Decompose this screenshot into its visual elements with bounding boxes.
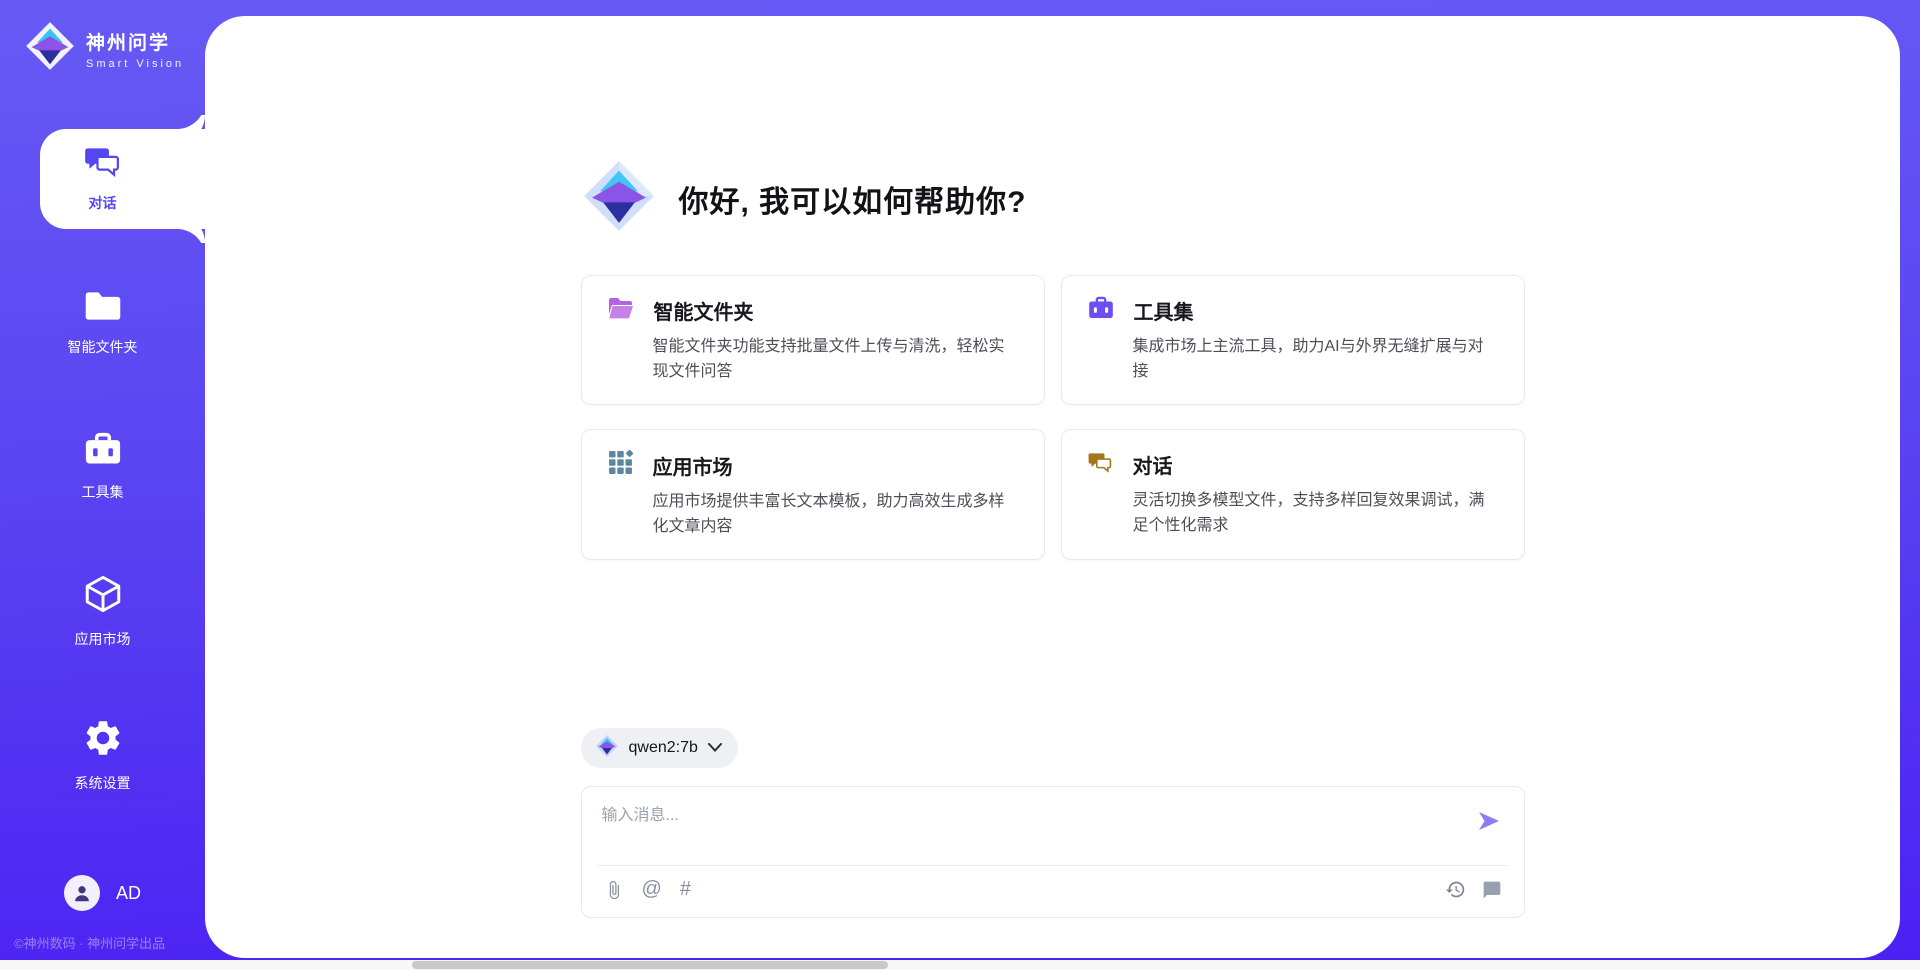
at-icon: @ [642, 878, 662, 901]
history-button[interactable] [1445, 879, 1466, 900]
comment-icon [1482, 880, 1502, 900]
sidebar-item-smart-folder[interactable]: 智能文件夹 [0, 273, 205, 373]
topic-button[interactable]: # [680, 878, 691, 901]
horizontal-scrollbar-thumb[interactable] [412, 961, 888, 969]
app-grid-icon [608, 450, 633, 480]
new-chat-button[interactable] [1482, 880, 1502, 900]
folder-open-icon [608, 297, 634, 324]
mention-button[interactable]: @ [642, 878, 662, 901]
sidebar-item-chat[interactable]: 对话 [0, 129, 205, 229]
sidebar-item-toolset[interactable]: 工具集 [0, 417, 205, 517]
card-toolset[interactable]: 工具集 集成市场上主流工具，助力AI与外界无缝扩展与对接 [1061, 275, 1525, 405]
card-title: 工具集 [1134, 296, 1194, 325]
greeting-title: 你好, 我可以如何帮助你? [679, 177, 1027, 221]
toolbox-icon [1088, 296, 1114, 325]
sidebar-item-label: 智能文件夹 [68, 337, 138, 357]
sidebar-item-label: 应用市场 [75, 629, 131, 649]
main-panel: 你好, 我可以如何帮助你? 智能文件夹 智能文件夹功能支持批量文件上传与清洗，轻… [205, 16, 1900, 958]
gear-icon [82, 717, 124, 764]
chevron-down-icon [708, 739, 722, 757]
feature-cards: 智能文件夹 智能文件夹功能支持批量文件上传与清洗，轻松实现文件问答 工具集 [581, 275, 1525, 560]
sidebar: 神州问学 Smart Vision 对话 智能文件夹 [0, 0, 205, 970]
model-logo-diamond-icon [595, 734, 619, 763]
attach-file-button[interactable] [604, 880, 624, 900]
card-title: 应用市场 [653, 451, 733, 480]
card-smart-folder[interactable]: 智能文件夹 智能文件夹功能支持批量文件上传与清洗，轻松实现文件问答 [581, 275, 1045, 405]
sidebar-item-label: 系统设置 [75, 773, 131, 793]
user-name: AD [116, 883, 141, 904]
toolbox-icon [83, 432, 123, 473]
folder-icon [83, 289, 123, 328]
sidebar-item-settings[interactable]: 系统设置 [0, 705, 205, 805]
greeting: 你好, 我可以如何帮助你? [581, 158, 1525, 239]
user-account[interactable]: AD [0, 875, 205, 911]
brand-logo-diamond-icon [24, 20, 76, 77]
card-title: 智能文件夹 [654, 296, 754, 325]
horizontal-scrollbar [0, 960, 1920, 970]
hash-icon: # [680, 878, 691, 901]
composer: qwen2:7b [581, 728, 1525, 958]
send-button[interactable] [1474, 801, 1504, 844]
send-icon [1476, 809, 1502, 833]
sidebar-nav: 对话 智能文件夹 工具集 [0, 129, 205, 849]
sidebar-item-label: 对话 [89, 193, 117, 213]
chat-bubbles-icon [1088, 451, 1113, 479]
card-description: 灵活切换多模型文件，支持多样回复效果调试，满足个性化需求 [1133, 488, 1500, 538]
sidebar-item-app-market[interactable]: 应用市场 [0, 561, 205, 661]
card-app-market[interactable]: 应用市场 应用市场提供丰富长文本模板，助力高效生成多样化文章内容 [581, 429, 1045, 560]
avatar [64, 875, 100, 911]
card-description: 应用市场提供丰富长文本模板，助力高效生成多样化文章内容 [653, 489, 1020, 539]
card-description: 集成市场上主流工具，助力AI与外界无缝扩展与对接 [1133, 334, 1500, 384]
cube-icon [82, 573, 124, 620]
greeting-logo-diamond-icon [581, 158, 657, 239]
card-title: 对话 [1133, 450, 1173, 479]
chat-bubbles-icon [84, 145, 122, 184]
sidebar-item-label: 工具集 [82, 482, 124, 502]
paperclip-icon [604, 880, 624, 900]
message-input[interactable] [602, 801, 1474, 859]
brand-tagline: Smart Vision [86, 58, 184, 70]
brand-name: 神州问学 [86, 28, 184, 55]
card-chat[interactable]: 对话 灵活切换多模型文件，支持多样回复效果调试，满足个性化需求 [1061, 429, 1525, 560]
message-input-box: @ # [581, 786, 1525, 918]
brand: 神州问学 Smart Vision [0, 0, 205, 77]
history-icon [1445, 879, 1466, 900]
model-selector[interactable]: qwen2:7b [581, 728, 738, 768]
card-description: 智能文件夹功能支持批量文件上传与清洗，轻松实现文件问答 [653, 334, 1020, 384]
model-name: qwen2:7b [629, 739, 698, 757]
